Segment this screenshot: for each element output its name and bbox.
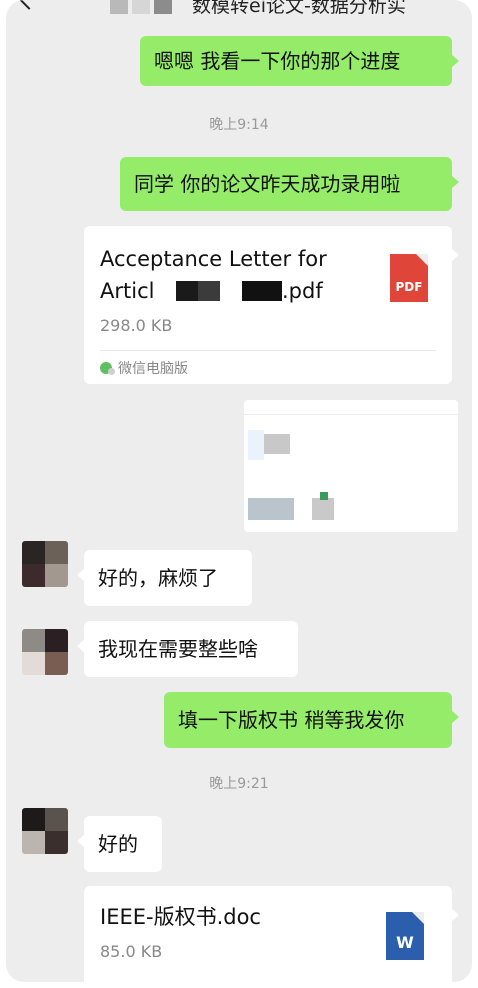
chat-title[interactable]: 数模转ei论文-数据分析实 [192,0,406,18]
doc-icon-label: W [396,933,414,952]
blurred-region [312,498,334,520]
file-source: 微信电脑版 [100,358,188,378]
file-name-start: Articl [100,279,155,303]
bubble-tail [77,568,85,582]
blurred-title-block [154,0,172,14]
contact-avatar[interactable] [22,541,68,587]
contact-avatar[interactable] [22,808,68,854]
file-name-line2: Articl .pdf [100,276,340,306]
message-received[interactable]: 我现在需要整些啥 [77,621,298,677]
contact-avatar[interactable] [22,629,68,675]
redacted-block [242,281,282,301]
bubble-tail [451,908,459,922]
message-sent[interactable]: 填一下版权书 稍等我发你 [164,692,459,748]
timestamp: 晚上9:21 [209,776,269,792]
file-size: 298.0 KB [100,316,173,335]
message-sent[interactable]: 同学 你的论文昨天成功录用啦 [120,157,459,211]
wechat-pc-icon [100,362,115,375]
bubble-tail [451,710,459,724]
blurred-region [264,434,290,454]
message-text: 好的 [98,832,138,856]
redacted-block [176,281,198,301]
file-size: 85.0 KB [100,942,163,961]
blurred-title-block [110,0,128,14]
file-name: IEEE-版权书.doc [100,905,261,929]
message-sent[interactable]: 嗯嗯 我看一下你的那个进度 [140,36,459,86]
timestamp: 晚上9:14 [209,117,269,133]
file-name-end: .pdf [282,279,323,303]
message-text: 我现在需要整些啥 [98,637,258,661]
pdf-file-icon: PDF [390,254,428,302]
blurred-region [248,498,294,520]
pdf-icon-label: PDF [395,280,423,294]
card-divider [100,350,436,351]
message-text: 好的，麻烦了 [98,566,218,590]
message-received[interactable]: 好的 [77,816,162,872]
blurred-title-block [132,0,150,14]
file-name-line1: Acceptance Letter for [100,247,327,271]
bubble-tail [77,639,85,653]
bubble-tail [77,834,85,848]
message-text: 填一下版权书 稍等我发你 [178,708,405,732]
back-arrow-icon[interactable] [16,0,42,10]
message-received[interactable]: 好的，麻烦了 [77,550,252,606]
blurred-region [248,430,264,460]
blurred-region [320,492,328,500]
chat-header: 数模转ei论文-数据分析实 [6,0,472,20]
screenshot-top-bar [244,400,458,415]
source-label: 微信电脑版 [118,361,188,377]
bubble-tail [451,248,459,262]
bubble-tail [451,175,459,189]
file-message-pdf[interactable]: Acceptance Letter for Articl .pdf 298.0 … [84,226,459,384]
word-file-icon: W [386,912,424,960]
chat-screen: 数模转ei论文-数据分析实 嗯嗯 我看一下你的那个进度 晚上9:14 同学 你的… [6,0,472,982]
redacted-block [198,281,220,301]
file-message-doc[interactable]: IEEE-版权书.doc 85.0 KB W [84,886,459,982]
bubble-tail [451,54,459,68]
message-text: 同学 你的论文昨天成功录用啦 [134,172,401,196]
message-text: 嗯嗯 我看一下你的那个进度 [154,49,401,73]
image-message-screenshot[interactable] [244,400,458,532]
